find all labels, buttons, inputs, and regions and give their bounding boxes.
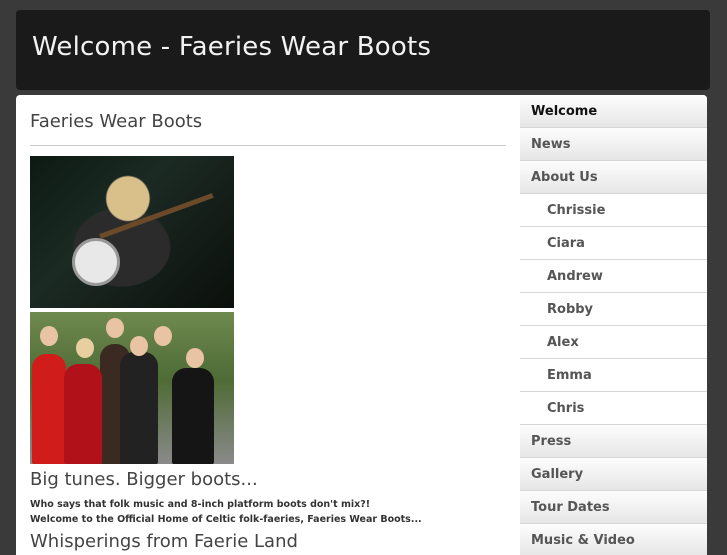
banjo-neck — [99, 193, 214, 239]
nav-item-tour-dates[interactable]: Tour Dates — [520, 491, 707, 524]
site-title: Welcome - Faeries Wear Boots — [32, 32, 432, 62]
main-content: Faeries Wear Boots Big tunes. Bigger boo… — [16, 95, 520, 555]
tagline: Big tunes. Bigger boots... — [30, 469, 258, 490]
band-member-head — [40, 326, 58, 346]
divider — [30, 145, 506, 146]
nav-item-alex[interactable]: Alex — [520, 326, 707, 359]
intro-line: Welcome to the Official Home of Celtic f… — [30, 514, 422, 525]
nav-item-ciara[interactable]: Ciara — [520, 227, 707, 260]
band-member-head — [106, 318, 124, 338]
section-heading: Whisperings from Faerie Land — [30, 531, 298, 552]
site-header: Welcome - Faeries Wear Boots — [16, 10, 710, 90]
nav-item-chris[interactable]: Chris — [520, 392, 707, 425]
band-member-head — [154, 326, 172, 346]
intro-line: Who says that folk music and 8-inch plat… — [30, 499, 371, 510]
nav-item-chrissie[interactable]: Chrissie — [520, 194, 707, 227]
intro-text: Who says that folk music and 8-inch plat… — [30, 497, 422, 527]
band-member — [32, 354, 66, 464]
banjo-body — [72, 238, 120, 286]
band-member-head — [76, 338, 94, 358]
nav-item-andrew[interactable]: Andrew — [520, 260, 707, 293]
band-member — [172, 368, 214, 464]
band-group-photo — [30, 312, 234, 464]
nav-item-press[interactable]: Press — [520, 425, 707, 458]
nav-item-welcome[interactable]: Welcome — [520, 95, 707, 128]
sidebar-nav: Welcome News About Us Chrissie Ciara And… — [520, 95, 707, 555]
band-member-head — [186, 348, 204, 368]
band-member — [64, 364, 102, 464]
nav-item-about-us[interactable]: About Us — [520, 161, 707, 194]
nav-item-gallery[interactable]: Gallery — [520, 458, 707, 491]
band-member — [120, 352, 158, 464]
page-title: Faeries Wear Boots — [30, 111, 203, 132]
banjo-player-photo — [30, 156, 234, 308]
nav-item-news[interactable]: News — [520, 128, 707, 161]
nav-item-emma[interactable]: Emma — [520, 359, 707, 392]
nav-item-music-video[interactable]: Music & Video — [520, 524, 707, 555]
band-member-head — [130, 336, 148, 356]
nav-item-robby[interactable]: Robby — [520, 293, 707, 326]
